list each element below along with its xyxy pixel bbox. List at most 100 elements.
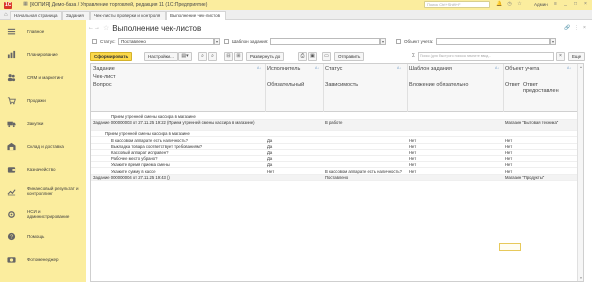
find-next-icon[interactable]: ⌕	[208, 52, 217, 61]
settings-icon	[8, 210, 15, 218]
header-checklist[interactable]: Чек-лист	[93, 74, 116, 80]
sidebar-item-help[interactable]: ? Помощь	[0, 230, 86, 242]
template-filter-checkbox[interactable]	[224, 39, 229, 44]
bell-icon[interactable]: 🔔	[496, 1, 503, 8]
search-icon[interactable]: ⌕	[198, 52, 207, 61]
sidebar-item-purchases[interactable]: Закупки	[0, 117, 86, 129]
checklist-row[interactable]: Прием утренней смены кассира в магазине	[91, 131, 583, 138]
sort-icon: A↓	[397, 66, 402, 70]
template-filter-field[interactable]	[270, 38, 380, 45]
task-row[interactable]: Задание 000000003 от 27.11.25 19:22 (При…	[91, 120, 583, 132]
more-button[interactable]: Еще	[568, 52, 586, 61]
help-icon: ?	[7, 232, 16, 240]
header-task[interactable]: Задание	[93, 66, 115, 72]
cell-object-answer: Нет	[505, 143, 513, 149]
history-icon[interactable]: ◷	[506, 1, 513, 8]
app-title: [КОПИЯ] Демо-база / Управление торговлей…	[30, 2, 208, 8]
report-search-input[interactable]: Поиск (для быстрого поиска начните ввод.…	[418, 52, 554, 61]
close-form-icon[interactable]: ×	[583, 25, 586, 31]
print-preview-icon[interactable]: ▣	[308, 52, 317, 61]
link-icon[interactable]: 🔗	[564, 25, 570, 31]
header-answer[interactable]: Ответ	[505, 82, 520, 88]
sidebar-item-sales[interactable]: Продажи	[0, 94, 86, 106]
sort-icon: A↓	[567, 66, 572, 70]
header-object[interactable]: Объект учета	[505, 66, 539, 72]
scroll-down-icon[interactable]: ▼	[578, 275, 583, 281]
object-filter-checkbox[interactable]	[396, 39, 401, 44]
sidebar-item-treasury[interactable]: Казначейство	[0, 163, 86, 175]
cell-task: В кассовом аппарате есть наличность?	[111, 137, 188, 143]
sidebar-item-finance[interactable]: Финансовый результат и контроллинг	[0, 184, 86, 198]
header-attachment-required[interactable]: Вложение обязательно	[409, 82, 468, 88]
cell-object-answer: Нет	[505, 150, 513, 155]
sidebar-item-warehouse[interactable]: Склад и доставка	[0, 140, 86, 152]
object-filter-field[interactable]	[436, 38, 550, 45]
variant-icon[interactable]: ▤▾	[178, 52, 192, 61]
selected-cell-highlight[interactable]	[499, 243, 521, 251]
warehouse-icon	[7, 142, 16, 150]
status-filter-checkbox[interactable]	[92, 39, 97, 44]
settings-button[interactable]: Настройки...	[144, 52, 178, 61]
forward-arrow-icon[interactable]: →	[94, 25, 100, 32]
tab-checklists[interactable]: Чек-листы проверки и контроля	[90, 11, 166, 20]
expand-to-button[interactable]: Развернуть до	[246, 52, 285, 61]
cell-task: Кассовый аппарат исправен?	[111, 150, 169, 155]
grid-menu-icon[interactable]: ▦	[22, 1, 29, 8]
tab-tasks[interactable]: Задания	[62, 11, 90, 20]
status-dropdown-icon[interactable]: ▾	[214, 38, 220, 45]
status-filter-field[interactable]: Поставлено	[118, 38, 214, 45]
question-row[interactable]: Укажите время приема смены Да Нет Нет	[91, 162, 583, 169]
template-dropdown-icon[interactable]: ▾	[380, 38, 386, 45]
star-icon[interactable]: ☆	[516, 1, 523, 8]
sidebar-item-admin[interactable]: НСИ и администрирование	[0, 207, 86, 221]
cell-mandatory: Да	[267, 156, 273, 162]
header-mandatory[interactable]: Обязательный	[267, 82, 304, 88]
expand-icon[interactable]: ⊞	[234, 52, 243, 61]
more-icon[interactable]: ⋮	[574, 25, 579, 31]
search-clear-icon[interactable]: ×	[556, 52, 565, 61]
send-button[interactable]: Отправить	[334, 52, 365, 61]
template-filter-label: Шаблон задания:	[232, 39, 269, 44]
sort-icon: A↓	[315, 66, 320, 70]
header-question[interactable]: Вопрос	[93, 82, 112, 88]
home-icon[interactable]: ⌂	[4, 11, 8, 19]
cell-object-answer: Магазин "Продукты"	[505, 174, 545, 180]
task-row[interactable]: Задание 000000004 от 27.11.25 19:43 () По…	[91, 174, 583, 181]
question-row[interactable]: Рабочее место убрано? Да Нет Нет	[91, 156, 583, 163]
question-row[interactable]: В кассовом аппарате есть наличность? Да Не…	[91, 138, 583, 144]
minimize-icon[interactable]: _	[562, 1, 569, 8]
menu-icon	[7, 28, 16, 34]
sum-icon[interactable]: Σ	[410, 53, 417, 60]
question-row[interactable]: Прием утренней смены кассира в магазине	[91, 114, 583, 120]
close-icon[interactable]: ×	[582, 1, 589, 8]
cell-attachment: Нет	[409, 156, 417, 162]
question-row[interactable]: Укажите сумму в кассе Нет В кассовом аппар…	[91, 169, 583, 175]
favorite-star-icon[interactable]: ☆	[103, 24, 109, 32]
object-dropdown-icon[interactable]: ▾	[550, 38, 556, 45]
user-name[interactable]: Админ	[534, 1, 548, 8]
header-answer-provided[interactable]: Ответ предоставлен	[523, 82, 559, 94]
generate-button[interactable]: Сформировать	[90, 52, 133, 61]
print-icon[interactable]: ⎙	[298, 52, 307, 61]
settings-icon[interactable]: ≡	[552, 1, 559, 8]
question-row[interactable]: Выкладка товара соответствует требования…	[91, 144, 583, 150]
header-executor[interactable]: Исполнитель	[267, 66, 300, 72]
restore-icon[interactable]: □	[572, 1, 579, 8]
global-search-input[interactable]: Поиск Ctrl+Shift+F	[424, 1, 490, 8]
sidebar-item-crm[interactable]: CRM и маркетинг	[0, 71, 86, 83]
header-dependency[interactable]: Зависимость	[325, 82, 358, 88]
sidebar-item-planning[interactable]: Планирование	[0, 48, 86, 60]
cell-task: Прием утренней смены кассира в магазине	[105, 131, 190, 137]
sidebar-item-main[interactable]: Главное	[0, 25, 86, 37]
header-status[interactable]: Статус	[325, 66, 342, 72]
save-icon[interactable]: ▭	[322, 52, 331, 61]
collapse-icon[interactable]: ⊟	[224, 52, 233, 61]
scroll-up-icon[interactable]: ▲	[578, 64, 583, 70]
tab-home[interactable]: Начальная страница	[10, 11, 62, 20]
question-row[interactable]: Кассовый аппарат исправен? Да Нет Нет	[91, 150, 583, 156]
column-divider	[265, 64, 266, 112]
tab-checklist-execution[interactable]: Выполнение чек-листов	[166, 11, 226, 20]
header-template[interactable]: Шаблон задания	[409, 66, 452, 72]
vertical-scrollbar[interactable]: ▲ ▼	[577, 64, 583, 281]
sidebar-item-photo[interactable]: Фотоменеджер	[0, 253, 86, 265]
